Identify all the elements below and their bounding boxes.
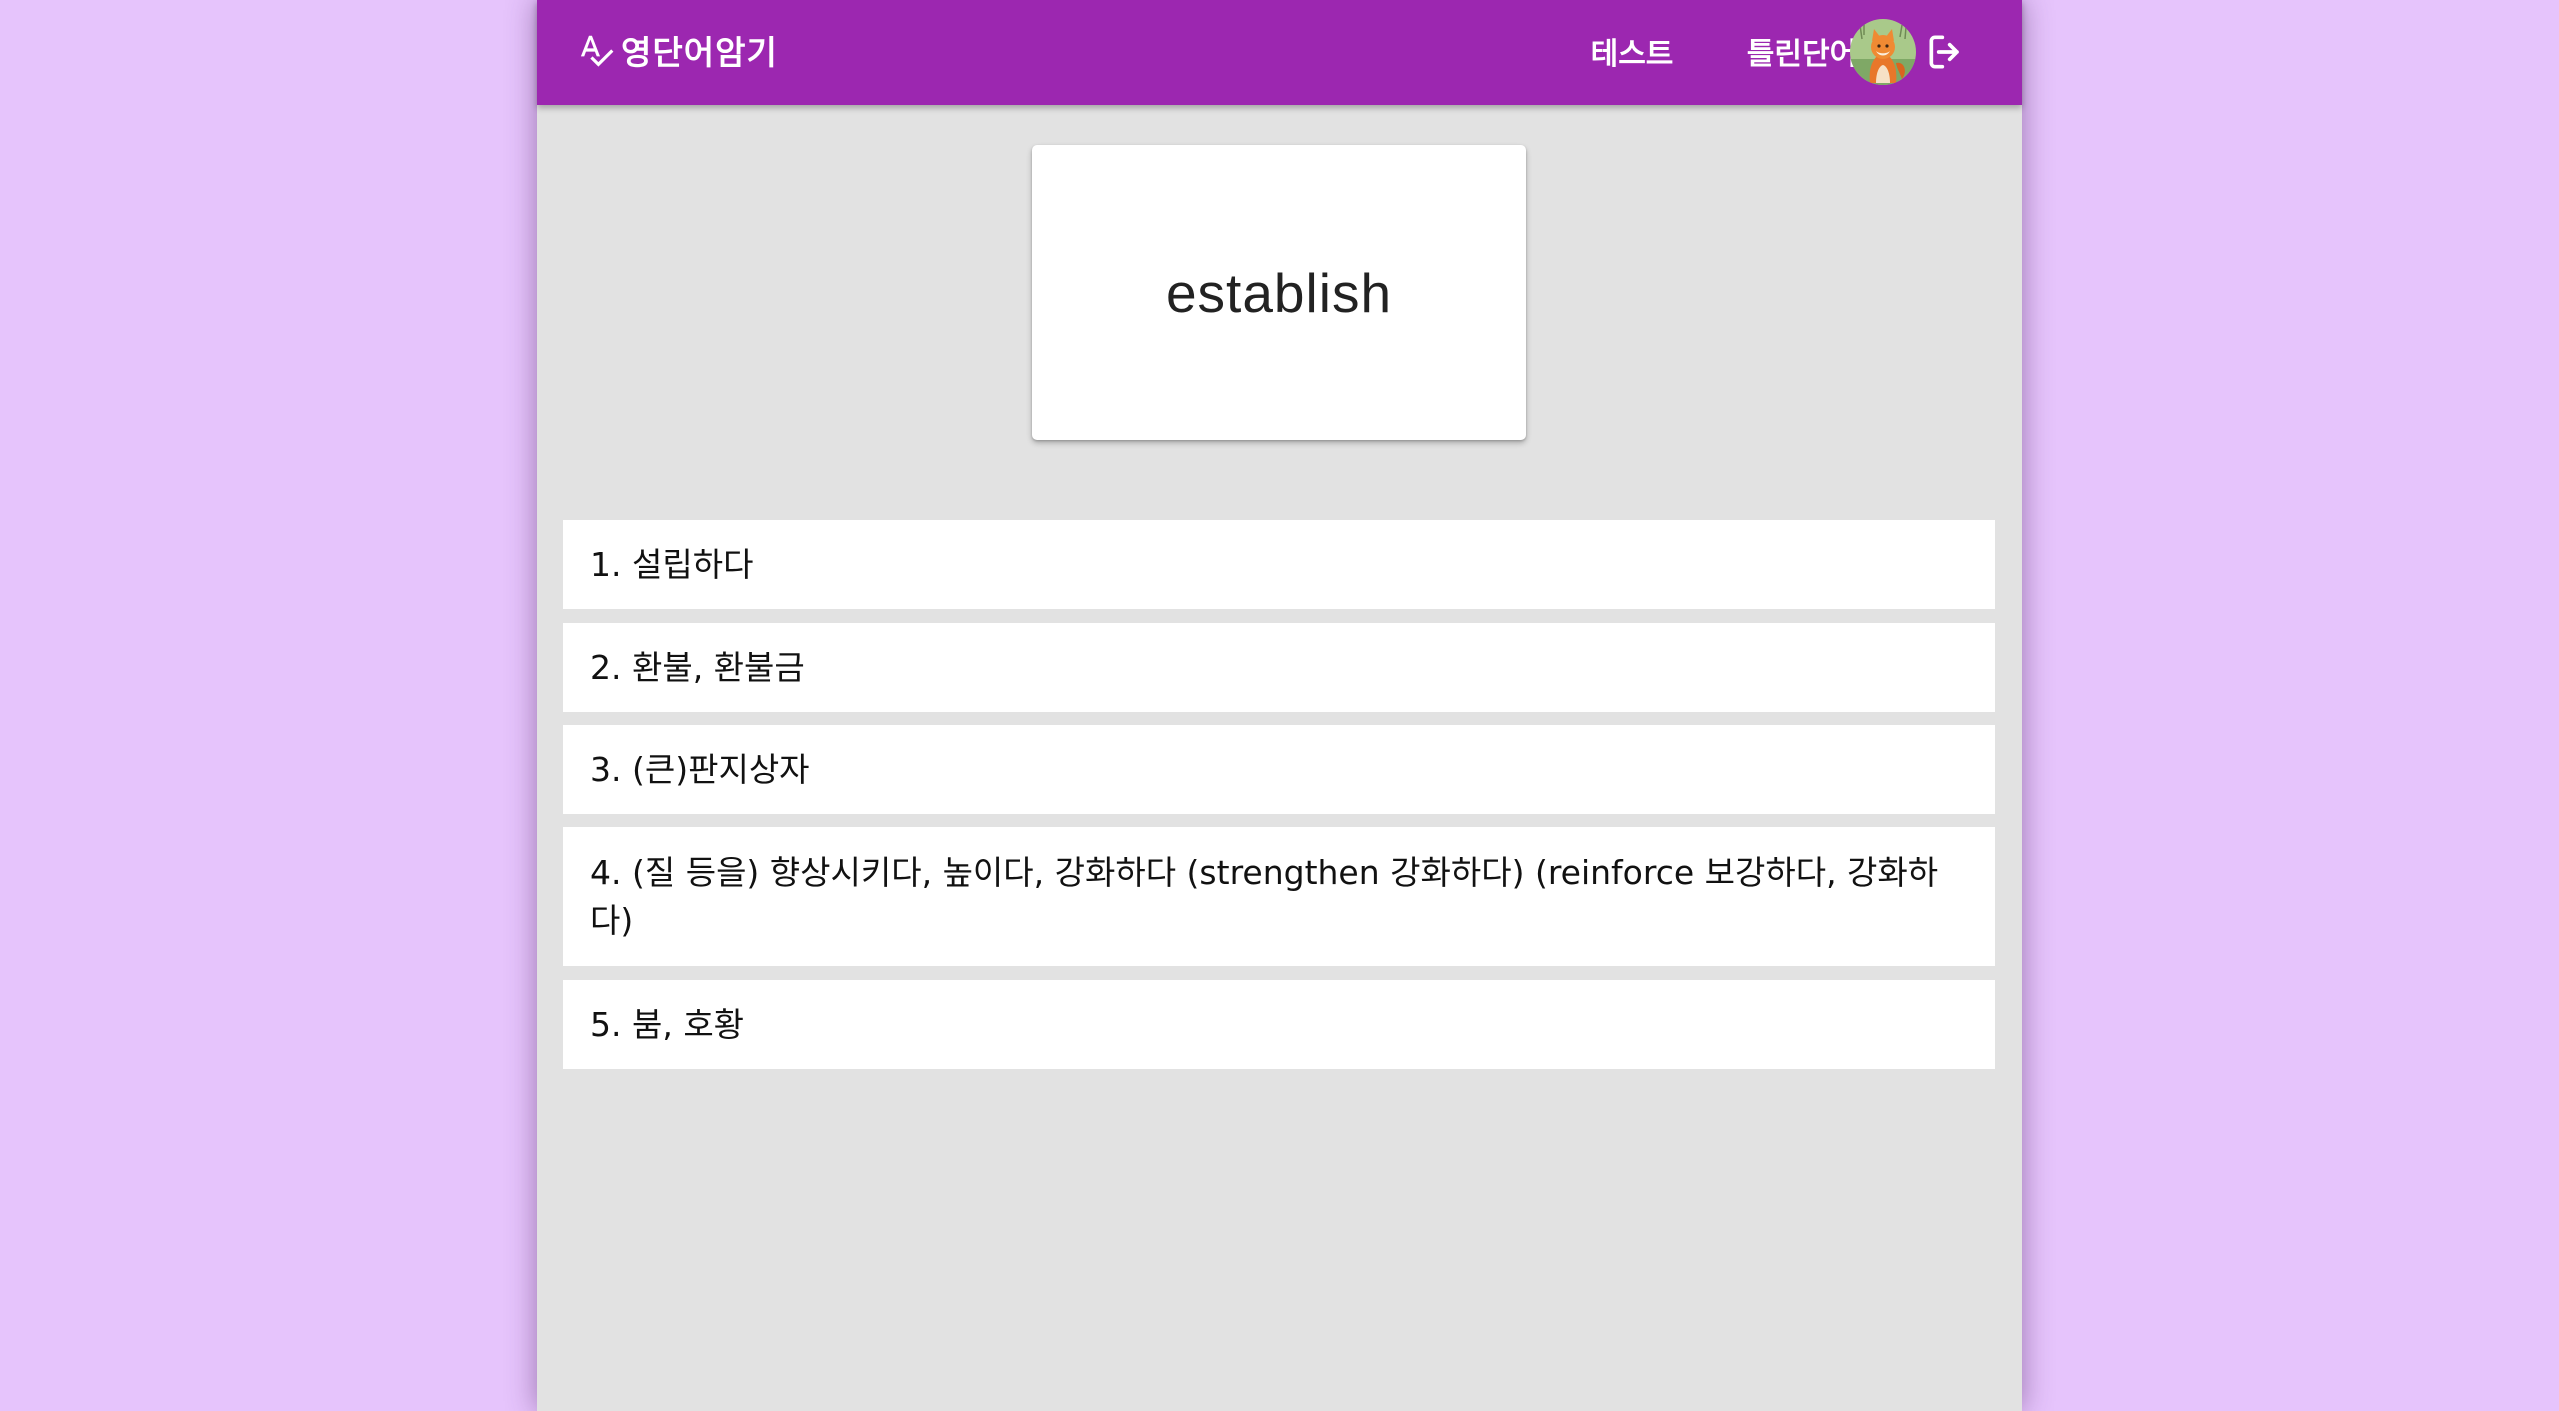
nav-test-button[interactable]: 테스트 xyxy=(1562,20,1702,82)
choice-number: 5. xyxy=(590,1004,632,1044)
choice-meaning: 환불, 환불금 xyxy=(631,647,805,687)
choice-text: 1. 설립하다 xyxy=(590,541,753,589)
answer-choice-4[interactable]: 4. (질 등을) 향상시키다, 높이다, 강화하다 (strengthen 강… xyxy=(563,827,1995,966)
choice-meaning: (큰)판지상자 xyxy=(631,749,810,789)
choice-number: 4. xyxy=(590,852,632,892)
quiz-word: establish xyxy=(1165,261,1393,324)
home-link[interactable]: 영단어암기 xyxy=(577,0,778,100)
app-window: 영단어암기 테스트 틀린단어 establish 1. 설립하다 2. 환불, … xyxy=(537,0,2022,1411)
choice-meaning: 붐, 호황 xyxy=(631,1004,745,1044)
choice-meaning: 설립하다 xyxy=(631,544,754,584)
choice-number: 1. xyxy=(590,544,632,584)
logout-icon xyxy=(1929,35,1959,69)
answer-choice-2[interactable]: 2. 환불, 환불금 xyxy=(563,623,1995,712)
logout-button[interactable] xyxy=(1924,30,1968,74)
user-avatar[interactable] xyxy=(1850,19,1916,85)
choice-text: 5. 붐, 호황 xyxy=(590,1001,744,1049)
fox-avatar-icon xyxy=(1850,19,1916,85)
spellcheck-icon xyxy=(580,35,614,67)
choice-text: 3. (큰)판지상자 xyxy=(590,746,810,794)
choice-number: 3. xyxy=(590,749,632,789)
answer-choice-3[interactable]: 3. (큰)판지상자 xyxy=(563,725,1995,814)
answer-choice-1[interactable]: 1. 설립하다 xyxy=(563,520,1995,609)
word-card: establish xyxy=(1032,145,1526,440)
app-title: 영단어암기 xyxy=(621,33,778,72)
answer-choice-5[interactable]: 5. 붐, 호황 xyxy=(563,980,1995,1069)
choice-meaning: (질 등을) 향상시키다, 높이다, 강화하다 (strengthen 강화하다… xyxy=(590,852,1939,940)
choice-text: 2. 환불, 환불금 xyxy=(590,644,805,692)
choice-text: 4. (질 등을) 향상시키다, 높이다, 강화하다 (strengthen 강… xyxy=(590,849,1955,945)
app-bar: 영단어암기 테스트 틀린단어 xyxy=(537,0,2022,105)
choice-number: 2. xyxy=(590,647,632,687)
